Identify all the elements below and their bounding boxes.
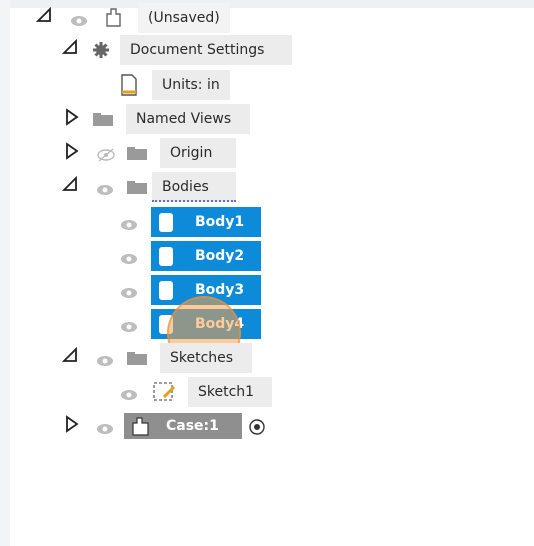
component-selection[interactable]: Case:1 <box>124 413 242 439</box>
named-views-label: Named Views <box>126 104 250 134</box>
body-selection[interactable]: Body1 <box>151 207 261 237</box>
units-label: Units: in <box>152 70 230 100</box>
left-panel-edge <box>0 0 10 546</box>
body-label: Body2 <box>195 248 245 264</box>
folder-icon <box>92 111 114 131</box>
tree-row-bodies[interactable]: Bodies <box>60 172 240 202</box>
tree-row-component[interactable]: Case:1 <box>60 411 290 441</box>
collapse-triangle-icon[interactable] <box>62 347 78 365</box>
bodies-label: Bodies <box>152 172 236 202</box>
component-icon <box>102 6 124 32</box>
gear-icon <box>92 41 110 63</box>
origin-label: Origin <box>160 138 236 168</box>
tree-row-body[interactable]: Body2 <box>110 241 265 271</box>
body-icon <box>157 279 175 305</box>
tree-row-sketch[interactable]: Sketch1 <box>110 377 280 407</box>
sketch-icon <box>152 381 176 407</box>
collapse-triangle-icon[interactable] <box>36 7 52 25</box>
collapse-triangle-icon[interactable] <box>62 39 78 57</box>
root-label: (Unsaved) <box>138 3 230 33</box>
sketch-label: Sketch1 <box>188 377 272 407</box>
eye-icon[interactable] <box>120 318 138 337</box>
activate-radio-icon[interactable] <box>248 418 266 440</box>
document-icon <box>120 74 138 100</box>
folder-icon <box>126 350 148 370</box>
eye-icon[interactable] <box>120 386 138 405</box>
eye-icon[interactable] <box>120 250 138 269</box>
eye-hidden-icon[interactable] <box>96 147 116 166</box>
eye-icon[interactable] <box>96 181 114 200</box>
eye-icon[interactable] <box>70 12 88 31</box>
body-selection[interactable]: Body2 <box>151 241 261 271</box>
component-icon <box>130 415 152 441</box>
tree-row-document-settings[interactable]: Document Settings <box>60 35 300 65</box>
body-label: Body1 <box>195 214 245 230</box>
body-icon <box>157 211 175 237</box>
folder-icon <box>126 145 148 165</box>
collapse-triangle-icon[interactable] <box>62 176 78 194</box>
tree-row-origin[interactable]: Origin <box>60 138 240 168</box>
tree-row-root[interactable]: (Unsaved) <box>30 3 250 33</box>
expand-triangle-icon[interactable] <box>64 142 80 160</box>
tree-row-body[interactable]: Body1 <box>110 207 265 237</box>
eye-icon[interactable] <box>120 284 138 303</box>
sketches-label: Sketches <box>160 343 252 373</box>
eye-icon[interactable] <box>96 352 114 371</box>
folder-icon <box>126 179 148 199</box>
eye-icon[interactable] <box>96 420 114 439</box>
component-label: Case:1 <box>166 418 219 434</box>
expand-triangle-icon[interactable] <box>64 415 80 433</box>
body-icon <box>157 245 175 271</box>
expand-triangle-icon[interactable] <box>64 108 80 126</box>
tree-row-named-views[interactable]: Named Views <box>60 104 260 134</box>
document-settings-label: Document Settings <box>120 35 292 65</box>
tree-row-units[interactable]: Units: in <box>110 70 240 100</box>
tree-row-sketches[interactable]: Sketches <box>60 343 260 373</box>
eye-icon[interactable] <box>120 216 138 235</box>
